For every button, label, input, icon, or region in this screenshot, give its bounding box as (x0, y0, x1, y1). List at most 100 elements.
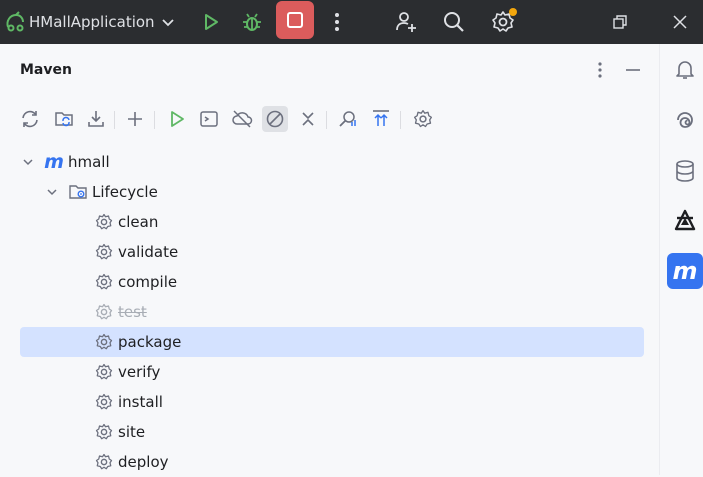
goal-settings-icon (94, 332, 114, 352)
more-actions-button[interactable] (324, 0, 350, 44)
database-button[interactable] (667, 153, 703, 189)
show-dependencies-button[interactable] (368, 106, 394, 132)
lifecycle-goal-verify[interactable]: verify (20, 357, 644, 387)
close-icon (673, 15, 687, 29)
skip-tests-button[interactable] (262, 106, 288, 132)
goal-settings-icon (94, 212, 114, 232)
notification-badge (509, 8, 517, 16)
code-with-me-button[interactable] (391, 0, 421, 44)
execute-goal-icon (199, 109, 219, 129)
goal-settings-icon (94, 272, 114, 292)
add-user-icon (394, 10, 418, 34)
notifications-button[interactable] (667, 51, 703, 87)
maven-settings-button[interactable] (410, 106, 436, 132)
debug-button[interactable] (237, 0, 267, 44)
ai-assistant-button[interactable] (667, 102, 703, 138)
lifecycle-goal-package[interactable]: package (20, 327, 644, 357)
stop-button[interactable] (276, 1, 314, 39)
restore-window-icon (613, 15, 627, 29)
settings-button[interactable] (487, 0, 519, 44)
run-icon (168, 110, 186, 128)
right-tool-stripe: m (659, 44, 703, 475)
reimport-folder-icon (54, 109, 74, 129)
reload-icon (20, 109, 40, 129)
lifecycle-goal-test[interactable]: test (20, 297, 644, 327)
plugin-button[interactable] (667, 203, 703, 239)
hide-panel-button[interactable] (621, 58, 645, 82)
run-goal-button[interactable] (164, 106, 190, 132)
goal-label: clean (118, 213, 159, 231)
goal-label: verify (118, 363, 161, 381)
show-dependencies-icon (371, 109, 391, 129)
goal-label: test (118, 303, 147, 321)
add-icon (126, 110, 144, 128)
minimize-icon (625, 62, 641, 78)
skip-tests-icon (265, 109, 285, 129)
search-icon (443, 11, 465, 33)
debug-icon (241, 11, 263, 33)
execute-goal-button[interactable] (196, 106, 222, 132)
toggle-offline-button[interactable] (229, 106, 255, 132)
chevron-down-icon (161, 15, 175, 29)
goal-label: install (118, 393, 163, 411)
maven-toolbar (0, 102, 659, 136)
maven-icon: m (672, 257, 698, 285)
reimport-folder-button[interactable] (51, 106, 77, 132)
tree-node-hmall[interactable]: m hmall (20, 147, 110, 177)
toolbar-separator (114, 111, 115, 129)
lifecycle-goal-validate[interactable]: validate (20, 237, 644, 267)
tree-node-lifecycle[interactable]: Lifecycle (44, 177, 158, 207)
notifications-icon (674, 58, 696, 80)
lifecycle-goal-site[interactable]: site (20, 417, 644, 447)
goal-label: validate (118, 243, 179, 261)
run-icon (201, 12, 221, 32)
run-config-label: HMallApplication (29, 13, 155, 31)
lifecycle-goal-clean[interactable]: clean (20, 207, 644, 237)
chevron-down-icon[interactable] (44, 184, 60, 200)
search-button[interactable] (439, 0, 469, 44)
maven-button[interactable]: m (667, 253, 703, 289)
offline-icon (231, 109, 253, 129)
close-window-button[interactable] (665, 0, 695, 44)
analyze-icon (338, 109, 358, 129)
run-button[interactable] (196, 0, 226, 44)
maven-m-icon: m (44, 151, 64, 173)
restore-window-button[interactable] (605, 0, 635, 44)
database-icon (675, 160, 695, 182)
goal-settings-icon (94, 362, 114, 382)
goal-settings-icon (94, 422, 114, 442)
title-bar: HMallApplication (0, 0, 703, 44)
maven-tool-window: Maven m hmall Lifecycle clean validate c… (0, 44, 659, 475)
panel-options-button[interactable] (588, 58, 612, 82)
analyze-dependencies-button[interactable] (335, 106, 361, 132)
reload-button[interactable] (17, 106, 43, 132)
download-button[interactable] (83, 106, 109, 132)
goal-label: compile (118, 273, 178, 291)
chevron-down-icon[interactable] (20, 154, 36, 170)
run-config-selector[interactable]: HMallApplication (29, 0, 181, 44)
panel-title: Maven (20, 62, 72, 78)
goal-label: deploy (118, 453, 169, 471)
collapse-all-button[interactable] (295, 106, 321, 132)
goal-settings-icon (94, 302, 114, 322)
goal-settings-icon (94, 242, 114, 262)
collapse-icon (299, 110, 317, 128)
project-icon (0, 0, 30, 44)
add-project-button[interactable] (122, 106, 148, 132)
toolbar-separator (326, 111, 327, 129)
goal-label: site (118, 423, 146, 441)
stop-icon (286, 11, 304, 29)
lifecycle-goal-deploy[interactable]: deploy (20, 447, 644, 477)
goal-settings-icon (94, 392, 114, 412)
lifecycle-goal-compile[interactable]: compile (20, 267, 644, 297)
settings-icon (491, 8, 517, 34)
lifecycle-goal-install[interactable]: install (20, 387, 644, 417)
tree-node-label: Lifecycle (92, 183, 158, 201)
goal-label: package (118, 333, 182, 351)
settings-icon (413, 109, 433, 129)
tree-node-label: hmall (68, 153, 110, 171)
ai-assistant-icon (674, 109, 696, 131)
more-vertical-icon (334, 12, 340, 32)
toolbar-separator (400, 111, 401, 129)
plugin-icon (673, 209, 697, 233)
